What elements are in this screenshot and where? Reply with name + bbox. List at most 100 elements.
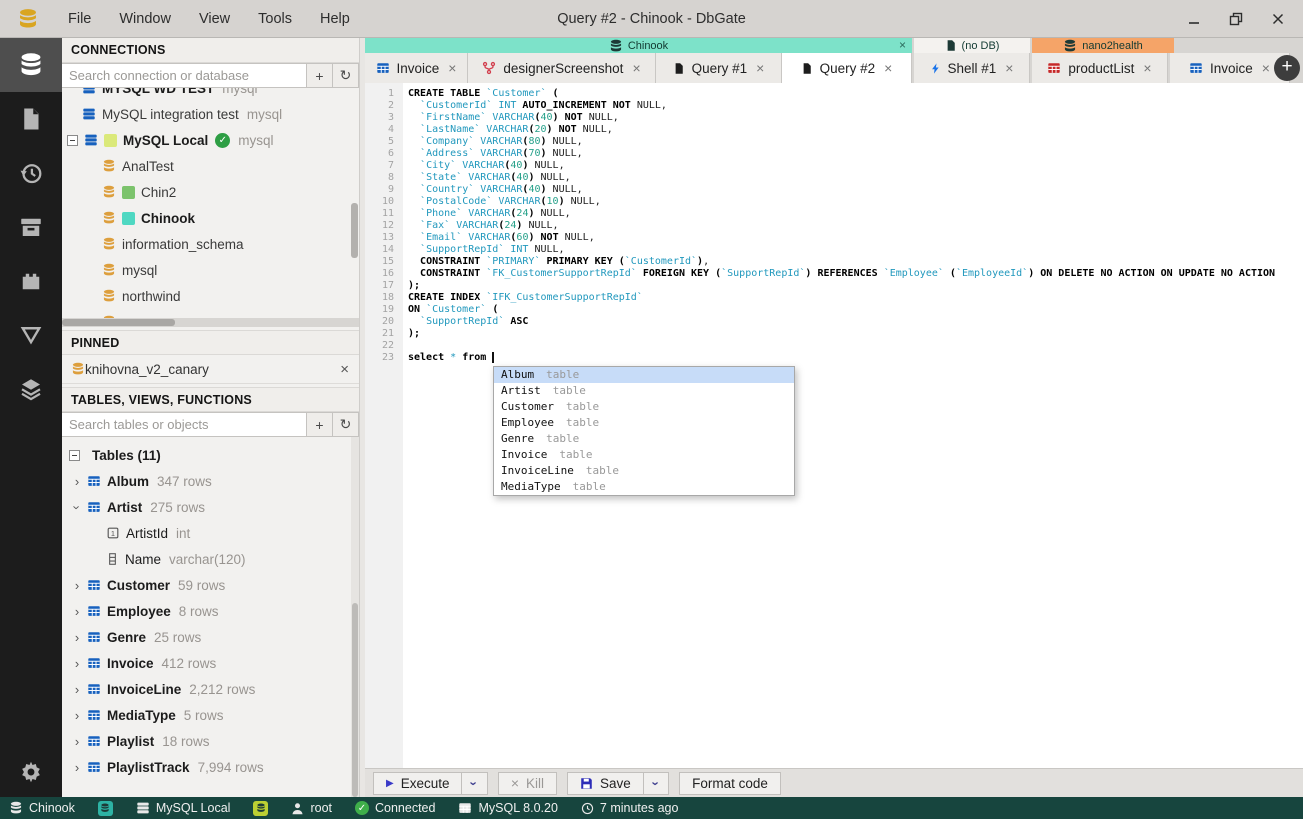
sidebar-item-cell-data[interactable] xyxy=(0,362,62,416)
autocomplete-item[interactable]: InvoiceLine table xyxy=(494,463,794,479)
connection-row[interactable]: MySQL integration test mysql xyxy=(62,101,359,127)
chevron-right-icon[interactable]: › xyxy=(70,656,84,671)
tab-group-chinook[interactable]: Chinook × xyxy=(365,38,912,53)
sidebar-item-files[interactable] xyxy=(0,92,62,146)
collapse-expander-icon[interactable] xyxy=(69,449,80,461)
unpin-close-icon[interactable]: × xyxy=(340,361,349,378)
scrollbar-thumb[interactable] xyxy=(352,602,358,797)
connections-search-input[interactable] xyxy=(62,63,307,88)
execute-options-button[interactable]: › xyxy=(462,771,488,795)
close-tab-icon[interactable]: × xyxy=(1005,60,1013,76)
menu-view[interactable]: View xyxy=(189,7,240,31)
database-row[interactable]: northwind xyxy=(62,283,359,309)
close-tab-icon[interactable]: × xyxy=(884,60,892,76)
new-tab-button[interactable]: + xyxy=(1274,55,1300,81)
close-group-icon[interactable]: × xyxy=(899,38,906,52)
sidebar-item-query-designer[interactable] xyxy=(0,308,62,362)
add-object-button[interactable]: + xyxy=(307,412,333,437)
objects-search-input[interactable] xyxy=(62,412,307,437)
connections-horizontal-scrollbar[interactable] xyxy=(62,318,359,327)
autocomplete-item[interactable]: Customer table xyxy=(494,399,794,415)
autocomplete-item[interactable]: Invoice table xyxy=(494,447,794,463)
code-line: CONSTRAINT `PRIMARY` PRIMARY KEY (`Custo… xyxy=(420,256,710,267)
close-tab-icon[interactable]: × xyxy=(1143,60,1151,76)
table-row[interactable]: › Invoice 412 rows xyxy=(62,650,359,676)
close-tab-icon[interactable]: × xyxy=(448,60,456,76)
autocomplete-item[interactable]: Artist table xyxy=(494,383,794,399)
tab-query--2[interactable]: Query #2 × xyxy=(782,53,912,83)
menu-file[interactable]: File xyxy=(58,7,101,31)
menu-window[interactable]: Window xyxy=(109,7,181,31)
tab-group-nano2health[interactable]: nano2health xyxy=(1032,38,1174,53)
database-row[interactable]: AnalTest xyxy=(62,153,359,179)
chevron-right-icon[interactable]: › xyxy=(70,474,84,489)
add-connection-button[interactable]: + xyxy=(307,63,333,88)
tab-query--1[interactable]: Query #1 × xyxy=(656,53,782,83)
database-row[interactable]: information_schema xyxy=(62,231,359,257)
refresh-objects-button[interactable]: ↻ xyxy=(333,412,359,437)
chevron-right-icon[interactable]: › xyxy=(70,734,84,749)
database-row[interactable]: mysql xyxy=(62,257,359,283)
table-row[interactable]: › Playlist 18 rows xyxy=(62,728,359,754)
chevron-right-icon[interactable]: › xyxy=(70,630,84,645)
save-options-button[interactable]: › xyxy=(643,771,670,795)
table-row[interactable]: › Customer 59 rows xyxy=(62,572,359,598)
sidebar-item-archive[interactable] xyxy=(0,200,62,254)
minimize-button[interactable] xyxy=(1187,12,1201,26)
database-row[interactable] xyxy=(62,309,359,318)
save-button[interactable]: Save xyxy=(567,771,644,795)
restore-button[interactable] xyxy=(1229,12,1243,26)
tab-invoice[interactable]: Invoice × xyxy=(365,53,468,83)
kill-button[interactable]: × Kill xyxy=(497,771,558,795)
sidebar-item-plugins[interactable] xyxy=(0,254,62,308)
tab-invoice[interactable]: Invoice × xyxy=(1170,53,1290,83)
table-row[interactable]: › PlaylistTrack 7,994 rows xyxy=(62,754,359,780)
tab-productlist[interactable]: productList × xyxy=(1032,53,1168,83)
connection-row[interactable]: MYSQL WD TEST mysql xyxy=(62,88,359,101)
settings-gear-icon[interactable] xyxy=(0,747,62,797)
execute-button[interactable]: ▶ Execute xyxy=(373,771,463,795)
chevron-right-icon[interactable]: › xyxy=(70,578,84,593)
tab-designerscreenshot[interactable]: designerScreenshot × xyxy=(468,53,656,83)
column-row[interactable]: Name varchar(120) xyxy=(62,546,359,572)
table-row[interactable]: › Artist 275 rows xyxy=(62,494,359,520)
autocomplete-item[interactable]: Genre table xyxy=(494,431,794,447)
table-row[interactable]: › Employee 8 rows xyxy=(62,598,359,624)
sidebar-item-history[interactable] xyxy=(0,146,62,200)
close-tab-icon[interactable]: × xyxy=(756,60,764,76)
sql-editor[interactable]: 1 2 3 4 5 6 7 8 9 10 11 12 13 14 15 16 17 18 19 20 21 22 23 CR… xyxy=(365,83,1303,768)
chevron-down-icon[interactable]: › xyxy=(70,500,85,514)
tab-group--no-db-[interactable]: (no DB) xyxy=(914,38,1030,53)
connection-label: MySQL Local xyxy=(123,132,209,148)
tables-group-row[interactable]: Tables (11) xyxy=(62,442,359,468)
chevron-right-icon[interactable]: › xyxy=(70,682,84,697)
tab-shell--1[interactable]: Shell #1 × xyxy=(914,53,1030,83)
close-tab-icon[interactable]: × xyxy=(1262,60,1270,76)
table-row[interactable]: › Album 347 rows xyxy=(62,468,359,494)
connection-row[interactable]: MySQL Local ✓ mysql xyxy=(62,127,359,153)
autocomplete-item[interactable]: MediaType table xyxy=(494,479,794,495)
column-row[interactable]: 1 ArtistId int xyxy=(62,520,359,546)
scrollbar-thumb[interactable] xyxy=(351,203,358,258)
refresh-connections-button[interactable]: ↻ xyxy=(333,63,359,88)
menu-help[interactable]: Help xyxy=(310,7,360,31)
chevron-right-icon[interactable]: › xyxy=(70,604,84,619)
table-row[interactable]: › MediaType 5 rows xyxy=(62,702,359,728)
sidebar-item-database[interactable] xyxy=(0,38,62,92)
table-row[interactable]: › InvoiceLine 2,212 rows xyxy=(62,676,359,702)
table-row[interactable]: › Genre 25 rows xyxy=(62,624,359,650)
chevron-right-icon[interactable]: › xyxy=(70,708,84,723)
chevron-right-icon[interactable]: › xyxy=(70,760,84,775)
database-row[interactable]: Chinook xyxy=(62,205,359,231)
tables-vertical-scrollbar[interactable] xyxy=(351,437,359,797)
pinned-item[interactable]: knihovna_v2_canary × xyxy=(62,355,359,384)
collapse-expander-icon[interactable] xyxy=(67,134,78,146)
menu-tools[interactable]: Tools xyxy=(248,7,302,31)
database-row[interactable]: Chin2 xyxy=(62,179,359,205)
format-code-button[interactable]: Format code xyxy=(679,771,781,795)
close-tab-icon[interactable]: × xyxy=(632,60,640,76)
autocomplete-item[interactable]: Employee table xyxy=(494,415,794,431)
autocomplete-item[interactable]: Album table xyxy=(494,367,794,383)
scrollbar-thumb[interactable] xyxy=(62,319,175,326)
close-button[interactable] xyxy=(1271,12,1285,26)
